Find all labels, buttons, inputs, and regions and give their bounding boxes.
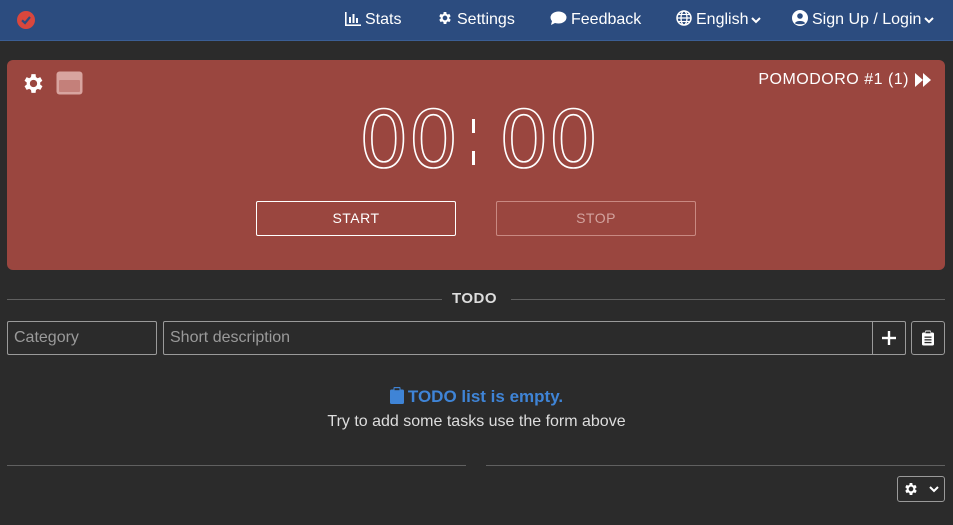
todo-empty-title-text: TODO list is empty.: [407, 387, 564, 406]
todo-empty-title: TODO list is empty.: [0, 387, 953, 407]
timer-card: POMODORO #1 (1) 00 00 START STOP: [7, 60, 945, 270]
window-toggle-icon[interactable]: [56, 71, 84, 96]
nav-settings[interactable]: Settings: [437, 0, 515, 40]
description-input[interactable]: [163, 321, 873, 355]
nav-stats[interactable]: Stats: [345, 0, 401, 40]
chevron-down-icon: [924, 17, 935, 24]
bottom-divider-left: [7, 465, 466, 466]
stop-button[interactable]: STOP: [496, 201, 696, 236]
start-button[interactable]: START: [256, 201, 456, 236]
timer-minutes: 00: [358, 95, 459, 187]
skip-forward-icon[interactable]: [915, 73, 932, 87]
clipboard-button[interactable]: [911, 321, 945, 355]
todo-divider-left: [7, 299, 442, 300]
nav-feedback-label: Feedback: [571, 11, 642, 28]
timer-settings-gear-icon[interactable]: [21, 71, 46, 96]
gear-icon: [439, 12, 451, 24]
todo-empty-subtitle: Try to add some tasks use the form above: [327, 413, 626, 430]
chevron-down-icon: [751, 17, 762, 24]
timer-seconds: 00: [498, 95, 599, 187]
logo-check-icon[interactable]: [17, 11, 35, 29]
clipboard-list-icon: [922, 330, 934, 346]
nav-language[interactable]: English: [676, 0, 762, 40]
gear-icon: [905, 483, 917, 495]
todo-settings-dropdown[interactable]: [897, 476, 945, 502]
plus-icon: [882, 331, 896, 345]
nav-stats-label: Stats: [365, 11, 402, 28]
user-circle-icon: [792, 10, 808, 26]
nav-feedback[interactable]: Feedback: [550, 0, 641, 40]
todo-section-title: TODO: [452, 290, 498, 307]
nav-settings-label: Settings: [457, 11, 515, 28]
clipboard-icon: [389, 387, 404, 404]
bottom-divider-right: [486, 465, 945, 466]
todo-divider-right: [511, 299, 945, 300]
nav-language-label: English: [696, 11, 749, 28]
category-input[interactable]: [7, 321, 157, 355]
add-task-button[interactable]: [872, 321, 906, 355]
navbar: Stats Settings Feedback English Sign Up …: [0, 0, 953, 41]
nav-account-label: Sign Up / Login: [812, 11, 922, 28]
pomodoro-counter-label: POMODORO #1 (1): [758, 71, 909, 88]
bar-chart-icon: [345, 12, 361, 26]
chevron-down-icon: [929, 486, 939, 493]
nav-account[interactable]: Sign Up / Login: [792, 0, 935, 40]
comment-icon: [550, 11, 567, 25]
timer-colon: [472, 119, 476, 165]
globe-icon: [676, 10, 692, 26]
